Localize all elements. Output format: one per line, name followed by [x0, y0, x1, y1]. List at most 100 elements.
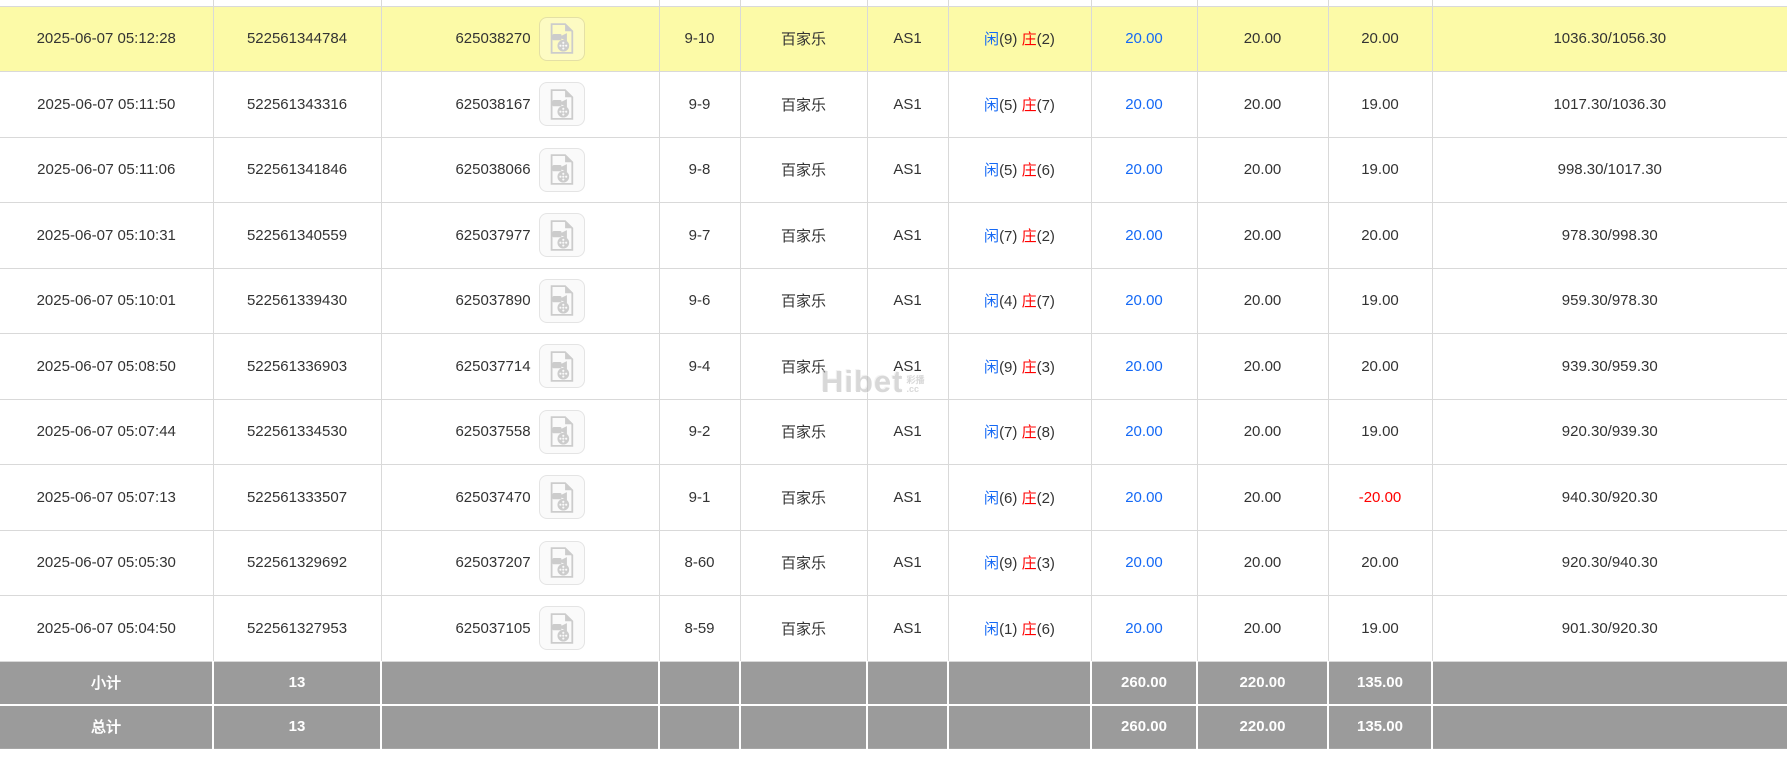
bet-record-row[interactable]: 2025-06-07 05:12:28 522561344784 6250382… [0, 6, 1787, 72]
summary-bet-total: 260.00 [1091, 705, 1197, 749]
banker-points: (2) [1037, 31, 1055, 48]
cell-round: 9-1 [659, 465, 740, 531]
cell-valid-amount: 20.00 [1197, 530, 1328, 596]
cell-round: 9-6 [659, 268, 740, 334]
banker-points: (8) [1037, 424, 1055, 441]
cell-win-loss: -20.00 [1328, 465, 1432, 531]
cell-win-loss: 20.00 [1328, 6, 1432, 72]
banker-points: (7) [1037, 293, 1055, 310]
bet-record-row[interactable]: 2025-06-07 05:08:50 522561336903 6250377… [0, 334, 1787, 400]
bet-record-row[interactable]: 2025-06-07 05:11:50 522561343316 6250381… [0, 72, 1787, 138]
cell-bet-id: 522561329692 [213, 530, 381, 596]
banker-points: (2) [1037, 490, 1055, 507]
cell-bet-time: 2025-06-07 05:05:30 [0, 530, 213, 596]
bet-record-row[interactable]: 2025-06-07 05:07:13 522561333507 6250374… [0, 465, 1787, 531]
cell-bet-time: 2025-06-07 05:11:06 [0, 137, 213, 203]
cell-game-id: 625037714 [381, 334, 659, 400]
bet-amount-link[interactable]: 20.00 [1125, 489, 1163, 506]
cell-bet-time: 2025-06-07 05:10:01 [0, 268, 213, 334]
bet-record-row[interactable]: 2025-06-07 05:04:50 522561327953 6250371… [0, 596, 1787, 662]
bet-amount-link[interactable]: 20.00 [1125, 161, 1163, 178]
bet-amount-link[interactable]: 20.00 [1125, 620, 1163, 637]
bet-record-row[interactable]: 2025-06-07 05:05:30 522561329692 6250372… [0, 530, 1787, 596]
player-points: (5) [999, 162, 1017, 179]
bet-amount-link[interactable]: 20.00 [1125, 554, 1163, 571]
video-replay-button[interactable] [539, 213, 585, 257]
video-replay-button[interactable] [539, 148, 585, 192]
video-file-icon [548, 613, 575, 644]
video-replay-button[interactable] [539, 410, 585, 454]
banker-label: 庄 [1022, 31, 1037, 48]
bet-record-row[interactable]: 2025-06-07 05:10:01 522561339430 6250378… [0, 268, 1787, 334]
cell-win-loss: 20.00 [1328, 203, 1432, 269]
cell-result: 闲(6) 庄(2) [948, 465, 1091, 531]
cell-round: 9-7 [659, 203, 740, 269]
bet-record-row[interactable]: 2025-06-07 05:07:44 522561334530 6250375… [0, 399, 1787, 465]
video-replay-button[interactable] [539, 17, 585, 61]
bet-amount-link[interactable]: 20.00 [1125, 358, 1163, 375]
cell-table-name: AS1 [867, 137, 948, 203]
banker-label: 庄 [1022, 555, 1037, 572]
player-label: 闲 [984, 555, 999, 572]
cell-win-loss: 20.00 [1328, 530, 1432, 596]
summary-valid-total: 220.00 [1197, 661, 1328, 705]
cell-game-name: 百家乐 [740, 334, 867, 400]
banker-points: (6) [1037, 621, 1055, 638]
video-replay-button[interactable] [539, 279, 585, 323]
video-replay-button[interactable] [539, 606, 585, 650]
cell-table-name: AS1 [867, 530, 948, 596]
cell-game-id: 625037977 [381, 203, 659, 269]
banker-points: (6) [1037, 162, 1055, 179]
player-points: (1) [999, 621, 1017, 638]
cell-valid-amount: 20.00 [1197, 137, 1328, 203]
bet-amount-link[interactable]: 20.00 [1125, 227, 1163, 244]
cell-bet-amount: 20.00 [1091, 72, 1197, 138]
cell-bet-amount: 20.00 [1091, 465, 1197, 531]
cell-bet-amount: 20.00 [1091, 6, 1197, 72]
cell-result: 闲(9) 庄(3) [948, 334, 1091, 400]
cell-round: 8-60 [659, 530, 740, 596]
cell-result: 闲(7) 庄(8) [948, 399, 1091, 465]
cell-round: 8-59 [659, 596, 740, 662]
player-points: (4) [999, 293, 1017, 310]
video-replay-button[interactable] [539, 82, 585, 126]
player-points: (9) [999, 31, 1017, 48]
video-file-icon [548, 547, 575, 578]
cell-valid-amount: 20.00 [1197, 72, 1328, 138]
cell-balance: 1036.30/1056.30 [1432, 6, 1787, 72]
bet-record-row[interactable]: 2025-06-07 05:11:06 522561341846 6250380… [0, 137, 1787, 203]
banker-points: (2) [1037, 228, 1055, 245]
cell-bet-id: 522561334530 [213, 399, 381, 465]
player-label: 闲 [984, 228, 999, 245]
cell-balance: 998.30/1017.30 [1432, 137, 1787, 203]
cell-balance: 920.30/939.30 [1432, 399, 1787, 465]
cell-balance: 939.30/959.30 [1432, 334, 1787, 400]
cell-table-name: AS1 [867, 334, 948, 400]
summary-valid-total: 220.00 [1197, 705, 1328, 749]
summary-winloss-total: 135.00 [1328, 705, 1432, 749]
bet-amount-link[interactable]: 20.00 [1125, 96, 1163, 113]
cell-game-id: 625037890 [381, 268, 659, 334]
cell-bet-time: 2025-06-07 05:07:44 [0, 399, 213, 465]
bet-amount-link[interactable]: 20.00 [1125, 423, 1163, 440]
video-replay-button[interactable] [539, 344, 585, 388]
video-replay-button[interactable] [539, 475, 585, 519]
cell-table-name: AS1 [867, 268, 948, 334]
cell-table-name: AS1 [867, 72, 948, 138]
cell-bet-time: 2025-06-07 05:04:50 [0, 596, 213, 662]
cell-bet-amount: 20.00 [1091, 268, 1197, 334]
bet-record-row[interactable]: 2025-06-07 05:10:31 522561340559 6250379… [0, 203, 1787, 269]
video-file-icon [548, 89, 575, 120]
summary-label: 总计 [0, 705, 213, 749]
cell-bet-time: 2025-06-07 05:08:50 [0, 334, 213, 400]
cell-bet-amount: 20.00 [1091, 530, 1197, 596]
video-replay-button[interactable] [539, 541, 585, 585]
bet-amount-link[interactable]: 20.00 [1125, 292, 1163, 309]
cell-game-id: 625037558 [381, 399, 659, 465]
banker-label: 庄 [1022, 490, 1037, 507]
cell-game-id: 625037470 [381, 465, 659, 531]
banker-label: 庄 [1022, 293, 1037, 310]
bet-amount-link[interactable]: 20.00 [1125, 30, 1163, 47]
cell-bet-time: 2025-06-07 05:12:28 [0, 6, 213, 72]
cell-valid-amount: 20.00 [1197, 203, 1328, 269]
